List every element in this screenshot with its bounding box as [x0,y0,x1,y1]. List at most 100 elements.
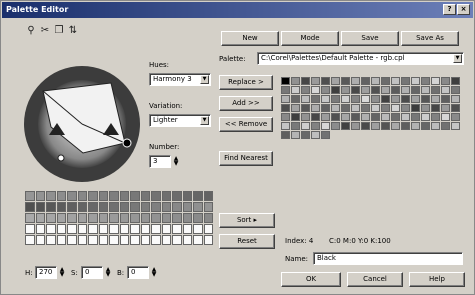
palette-swatch[interactable] [341,104,350,112]
palette-swatch[interactable] [441,77,450,85]
find-nearest-button[interactable]: Find Nearest [219,151,273,166]
palette-swatch[interactable] [361,131,370,139]
variation-swatch[interactable] [109,202,119,212]
palette-swatch[interactable] [441,122,450,130]
palette-swatch[interactable] [411,95,420,103]
palette-swatch[interactable] [441,86,450,94]
variation-swatch[interactable] [98,224,108,234]
palette-swatch[interactable] [431,104,440,112]
replace-button[interactable]: Replace > [219,75,273,90]
variation-swatch[interactable] [109,224,119,234]
hue-handle[interactable] [57,154,65,162]
variation-swatch[interactable] [151,213,161,223]
palette-swatch[interactable] [331,113,340,121]
palette-swatch[interactable] [371,95,380,103]
variation-swatch[interactable] [161,202,171,212]
palette-swatch[interactable] [351,95,360,103]
palette-swatch[interactable] [291,122,300,130]
palette-swatch[interactable] [371,131,380,139]
palette-swatch[interactable] [351,131,360,139]
palette-swatch[interactable] [421,122,430,130]
palette-swatch[interactable] [371,77,380,85]
palette-swatch[interactable] [341,77,350,85]
variation-swatch[interactable] [130,191,140,201]
palette-swatch[interactable] [441,113,450,121]
chevron-down-icon[interactable]: ▼ [200,116,209,125]
palette-swatch[interactable] [331,104,340,112]
palette-swatch[interactable] [371,86,380,94]
palette-swatch[interactable] [391,131,400,139]
palette-swatch[interactable] [401,131,410,139]
palette-swatch[interactable] [331,77,340,85]
palette-swatch[interactable] [311,131,320,139]
variation-swatch[interactable] [35,202,45,212]
palette-swatch[interactable] [281,86,290,94]
variation-swatch[interactable] [77,235,87,245]
palette-swatch[interactable] [451,122,460,130]
reset-button[interactable]: Reset [219,234,275,249]
palette-swatch[interactable] [391,77,400,85]
variation-swatch[interactable] [56,213,66,223]
variation-swatch[interactable] [193,202,203,212]
save-as-button[interactable]: Save As [401,31,459,46]
palette-swatch[interactable] [421,77,430,85]
variation-swatch[interactable] [109,191,119,201]
h-input[interactable]: 270 [35,266,57,279]
mode-button[interactable]: Mode [281,31,339,46]
variation-swatch[interactable] [35,235,45,245]
variation-swatch[interactable] [172,235,182,245]
variation-swatch[interactable] [182,224,192,234]
palette-swatch[interactable] [451,95,460,103]
palette-swatch[interactable] [301,77,310,85]
palette-swatch[interactable] [361,86,370,94]
variation-swatch[interactable] [109,235,119,245]
palette-swatch[interactable] [281,104,290,112]
palette-swatch[interactable] [321,86,330,94]
palette-swatch[interactable] [291,104,300,112]
palette-swatch[interactable] [401,77,410,85]
variation-swatch[interactable] [98,202,108,212]
s-input[interactable]: 0 [81,266,103,279]
palette-swatch[interactable] [311,77,320,85]
palette-swatch[interactable] [311,122,320,130]
palette-swatch[interactable] [381,86,390,94]
palette-swatch[interactable] [361,77,370,85]
variation-swatch[interactable] [203,235,213,245]
palette-swatch[interactable] [411,104,420,112]
variation-swatch[interactable] [130,235,140,245]
chevron-down-icon[interactable]: ▼ [453,54,462,63]
palette-swatch[interactable] [291,131,300,139]
variation-swatch[interactable] [56,224,66,234]
palette-swatch[interactable] [321,77,330,85]
palette-swatch[interactable] [441,131,450,139]
variation-swatch[interactable] [193,191,203,201]
palette-swatch[interactable] [431,77,440,85]
palette-swatch[interactable] [371,122,380,130]
hues-select[interactable]: Harmony 3 ▼ [149,73,211,86]
variation-swatch[interactable] [67,235,77,245]
palette-swatch[interactable] [311,104,320,112]
palette-swatch[interactable] [281,77,290,85]
variation-swatch[interactable] [35,213,45,223]
variation-select[interactable]: Lighter ▼ [149,114,211,127]
variation-swatch[interactable] [182,202,192,212]
name-input[interactable]: Black [313,252,463,265]
variation-swatch[interactable] [46,202,56,212]
palette-swatch[interactable] [371,113,380,121]
palette-swatch[interactable] [361,95,370,103]
palette-swatch[interactable] [351,104,360,112]
palette-swatch[interactable] [361,122,370,130]
palette-swatch[interactable] [421,131,430,139]
variation-swatch[interactable] [161,213,171,223]
variation-swatch[interactable] [203,191,213,201]
variation-swatch[interactable] [203,202,213,212]
palette-swatch[interactable] [401,122,410,130]
palette-swatch[interactable] [391,122,400,130]
palette-swatch[interactable] [361,104,370,112]
palette-swatch[interactable] [451,113,460,121]
palette-swatch[interactable] [411,122,420,130]
palette-swatch[interactable] [301,86,310,94]
palette-swatch[interactable] [411,86,420,94]
variation-swatch[interactable] [119,235,129,245]
palette-swatch[interactable] [451,86,460,94]
